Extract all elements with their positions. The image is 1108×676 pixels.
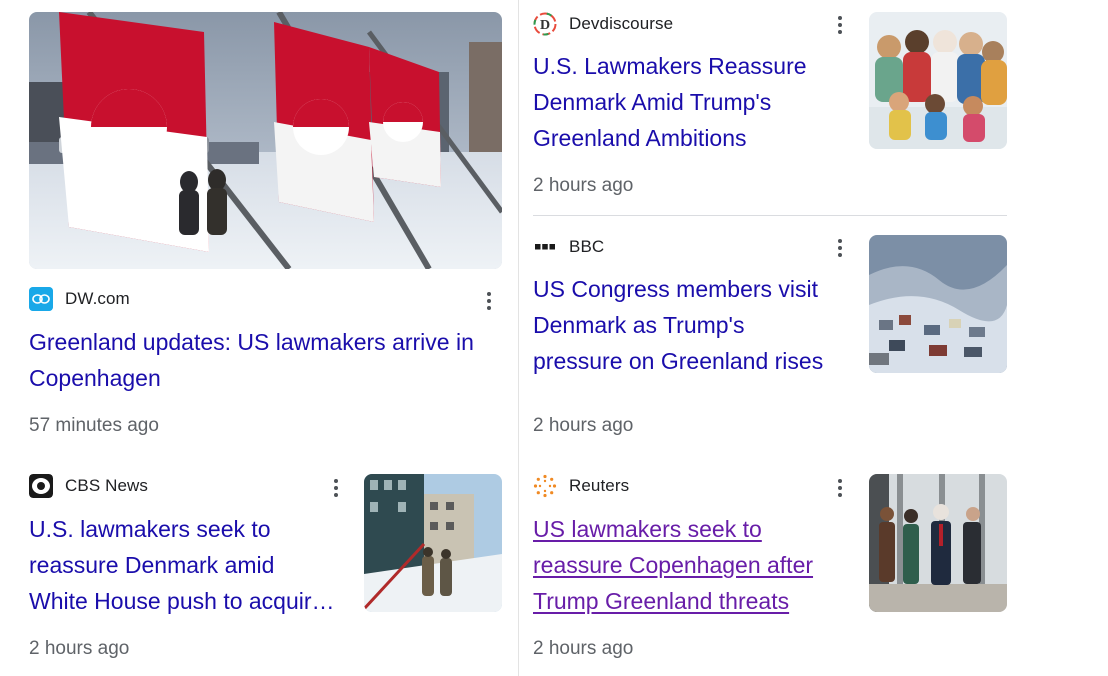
source-name: Reuters	[569, 476, 630, 495]
devdiscourse-logo-icon: D	[533, 12, 557, 36]
headline-line: Denmark as Trump's	[533, 312, 745, 338]
more-options-icon[interactable]	[832, 13, 848, 37]
article-image-snowy-town[interactable]	[869, 235, 1007, 373]
bbc-logo-icon	[533, 235, 557, 259]
headline-line: pressure on Greenland rises	[533, 348, 824, 374]
source-row: D Devdiscourse	[533, 12, 673, 36]
article-image-greenland-flags[interactable]	[29, 12, 502, 269]
source-row: BBC	[533, 235, 604, 259]
dw-logo-icon	[29, 287, 53, 311]
article-timestamp: 2 hours ago	[533, 415, 634, 436]
article-image-illustration[interactable]	[869, 12, 1007, 149]
headline-line: Denmark Amid Trump's	[533, 89, 772, 115]
more-options-icon[interactable]	[832, 476, 848, 500]
article-timestamp: 2 hours ago	[533, 175, 634, 196]
more-options-icon[interactable]	[832, 236, 848, 260]
article-headline[interactable]: US Congress members visit Denmark as Tru…	[533, 271, 853, 379]
cbs-logo-icon	[29, 474, 53, 498]
source-row: CBS News	[29, 474, 148, 498]
article-timestamp: 2 hours ago	[29, 638, 130, 659]
headline-line: US lawmakers seek to	[533, 516, 762, 542]
source-row: DW.com	[29, 287, 130, 311]
headline-line: U.S. Lawmakers Reassure	[533, 53, 807, 79]
svg-text:D: D	[540, 18, 550, 33]
article-headline[interactable]: Greenland updates: US lawmakers arrive i…	[29, 324, 499, 396]
column-divider	[518, 0, 519, 676]
article-headline[interactable]: U.S. Lawmakers Reassure Denmark Amid Tru…	[533, 48, 853, 156]
headline-line: reassure Denmark amid	[29, 552, 275, 578]
more-options-icon[interactable]	[481, 289, 497, 313]
article-timestamp: 57 minutes ago	[29, 415, 159, 436]
headline-line: reassure Copenhagen after	[533, 552, 814, 578]
source-name: BBC	[569, 237, 605, 256]
article-headline[interactable]: US lawmakers seek to reassure Copenhagen…	[533, 511, 853, 619]
article-image-lawmakers-meeting[interactable]	[869, 474, 1007, 612]
more-options-icon[interactable]	[328, 476, 344, 500]
article-headline[interactable]: U.S. lawmakers seek to reassure Denmark …	[29, 511, 349, 619]
headline-line: Trump Greenland threats	[533, 588, 790, 614]
article-image-street[interactable]	[364, 474, 502, 612]
row-divider	[533, 215, 1007, 216]
headline-line: White House push to acquir…	[29, 588, 335, 614]
source-name: Devdiscourse	[569, 14, 674, 33]
headline-line: U.S. lawmakers seek to	[29, 516, 271, 542]
article-timestamp: 2 hours ago	[533, 638, 634, 659]
source-name: CBS News	[65, 476, 148, 495]
headline-line: US Congress members visit	[533, 276, 819, 302]
source-row: Reuters	[533, 474, 629, 498]
source-name: DW.com	[65, 289, 130, 308]
reuters-logo-icon	[533, 474, 557, 498]
headline-line: Greenland Ambitions	[533, 125, 747, 151]
